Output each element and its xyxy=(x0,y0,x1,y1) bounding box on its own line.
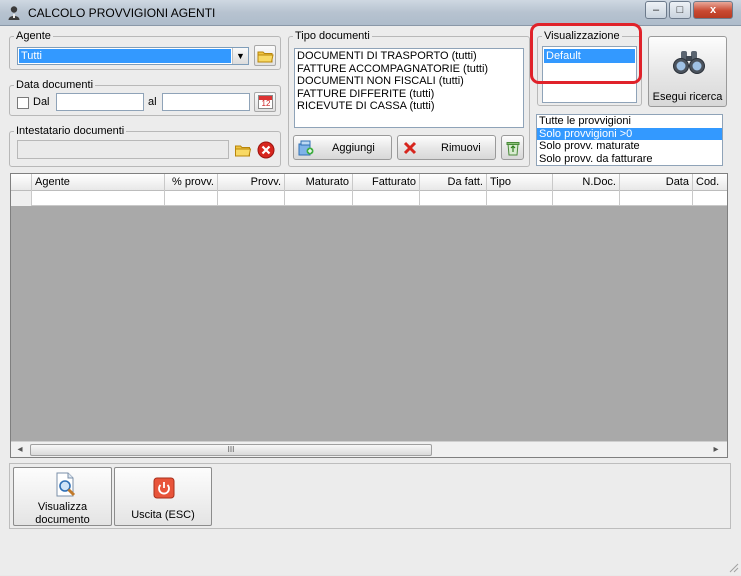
list-item[interactable]: Solo provvigioni >0 xyxy=(537,127,722,140)
column-header[interactable]: % provv. xyxy=(165,174,218,191)
table-cell[interactable] xyxy=(553,191,620,206)
chevron-down-icon[interactable]: ▼ xyxy=(232,48,248,64)
column-header[interactable]: Cod. xyxy=(693,174,727,191)
intestatario-field[interactable] xyxy=(17,140,229,159)
esegui-ricerca-label: Esegui ricerca xyxy=(652,91,723,103)
power-icon xyxy=(153,477,175,499)
row-indicator[interactable] xyxy=(11,191,32,206)
aggiungi-label: Aggiungi xyxy=(332,142,375,154)
rimuovi-label: Rimuovi xyxy=(441,142,481,154)
table-row[interactable] xyxy=(11,191,727,206)
minimize-button[interactable]: – xyxy=(645,1,667,19)
table-cell[interactable] xyxy=(487,191,553,206)
table-cell[interactable] xyxy=(165,191,218,206)
rimuovi-button[interactable]: Rimuovi xyxy=(397,135,496,160)
intestatario-browse-button[interactable] xyxy=(233,140,253,159)
agente-browse-button[interactable] xyxy=(254,45,276,66)
calendar-day-number: 12 xyxy=(261,99,271,108)
agent-app-icon xyxy=(6,5,22,21)
list-item[interactable]: DOCUMENTI NON FISCALI (tutti) xyxy=(295,75,523,88)
visualizza-documento-button[interactable]: Visualizza documento xyxy=(13,467,112,526)
clear-icon xyxy=(257,141,275,159)
window-title: CALCOLO PROVVIGIONI AGENTI xyxy=(28,6,216,20)
title-bar[interactable]: CALCOLO PROVVIGIONI AGENTI – □ x xyxy=(0,0,741,26)
table-cell[interactable] xyxy=(693,191,727,206)
folder-icon xyxy=(257,51,274,63)
dal-label: Dal xyxy=(33,96,50,108)
resize-grip-icon xyxy=(729,563,739,573)
visualizzazione-legend: Visualizzazione xyxy=(544,30,620,42)
uscita-label: Uscita (ESC) xyxy=(131,509,195,521)
table-cell[interactable] xyxy=(420,191,487,206)
visualizza-label-line2: documento xyxy=(35,514,90,526)
list-item[interactable]: Default xyxy=(544,49,635,63)
list-item[interactable]: FATTURE ACCOMPAGNATORIE (tutti) xyxy=(295,63,523,76)
data-documenti-legend: Data documenti xyxy=(16,79,94,91)
table-cell[interactable] xyxy=(353,191,420,206)
calendar-button[interactable]: 12 xyxy=(254,92,276,112)
bottom-panel: Visualizza documento Uscita (ESC) xyxy=(9,463,731,529)
folder-icon xyxy=(235,145,252,157)
remove-x-icon xyxy=(403,141,417,155)
esegui-ricerca-button[interactable]: Esegui ricerca xyxy=(648,36,727,107)
window-client: Agente Tutti ▼ Data documenti Dal al 12 … xyxy=(0,23,741,575)
table-cell[interactable] xyxy=(32,191,165,206)
al-label: al xyxy=(148,96,157,108)
filter-list[interactable]: Tutte le provvigioni Solo provvigioni >0… xyxy=(536,114,723,166)
scroll-left-arrow-icon[interactable]: ◂ xyxy=(13,443,27,457)
agente-legend: Agente xyxy=(16,30,51,42)
dal-checkbox[interactable] xyxy=(17,97,29,109)
document-magnifier-icon xyxy=(56,472,76,497)
list-item[interactable]: DOCUMENTI DI TRASPORTO (tutti) xyxy=(295,50,523,63)
tipo-documenti-legend: Tipo documenti xyxy=(295,30,370,42)
recycle-bin-icon xyxy=(506,142,520,156)
maximize-button[interactable]: □ xyxy=(669,1,691,19)
table-cell[interactable] xyxy=(218,191,285,206)
calendar-icon: 12 xyxy=(258,95,273,109)
list-item[interactable]: FATTURE DIFFERITE (tutti) xyxy=(295,88,523,101)
column-header[interactable]: N.Doc. xyxy=(553,174,620,191)
list-item[interactable]: Tutte le provvigioni xyxy=(537,115,722,128)
row-indicator-header xyxy=(11,174,32,191)
aggiungi-button[interactable]: Aggiungi xyxy=(293,135,392,160)
scrollbar-thumb[interactable]: III xyxy=(30,444,432,456)
column-header[interactable]: Provv. xyxy=(218,174,285,191)
table-cell[interactable] xyxy=(285,191,353,206)
agente-combo[interactable]: Tutti ▼ xyxy=(17,47,249,65)
list-item[interactable]: Solo provv. da fatturare xyxy=(537,153,722,166)
list-item[interactable]: RICEVUTE DI CASSA (tutti) xyxy=(295,100,523,113)
table-cell[interactable] xyxy=(620,191,693,206)
intestatario-legend: Intestatario documenti xyxy=(16,125,125,137)
uscita-button[interactable]: Uscita (ESC) xyxy=(114,467,212,526)
list-item[interactable]: Solo provv. maturate xyxy=(537,140,722,153)
column-header[interactable]: Agente xyxy=(32,174,165,191)
column-header[interactable]: Maturato xyxy=(285,174,353,191)
al-date-field[interactable] xyxy=(162,93,250,111)
resize-grip[interactable] xyxy=(727,561,739,573)
column-header[interactable]: Da fatt. xyxy=(420,174,487,191)
intestatario-clear-button[interactable] xyxy=(256,140,276,160)
visualizzazione-list[interactable]: Default xyxy=(542,46,637,103)
horizontal-scrollbar[interactable]: ◂ III ▸ xyxy=(11,441,727,457)
scroll-right-arrow-icon[interactable]: ▸ xyxy=(709,443,723,457)
results-grid[interactable]: Agente % provv. Provv. Maturato Fatturat… xyxy=(10,173,728,458)
close-button[interactable]: x xyxy=(693,1,733,19)
column-header[interactable]: Tipo xyxy=(487,174,553,191)
empty-list-button[interactable] xyxy=(501,135,524,160)
agente-selected-value: Tutti xyxy=(19,49,231,63)
dal-date-field[interactable] xyxy=(56,93,144,111)
column-header[interactable]: Fatturato xyxy=(353,174,420,191)
add-document-icon xyxy=(298,140,314,156)
grid-header: Agente % provv. Provv. Maturato Fatturat… xyxy=(11,174,727,191)
tipo-documenti-list[interactable]: DOCUMENTI DI TRASPORTO (tutti) FATTURE A… xyxy=(294,48,524,128)
binoculars-icon xyxy=(673,51,705,74)
column-header[interactable]: Data xyxy=(620,174,693,191)
visualizza-label-line1: Visualizza xyxy=(37,501,88,513)
